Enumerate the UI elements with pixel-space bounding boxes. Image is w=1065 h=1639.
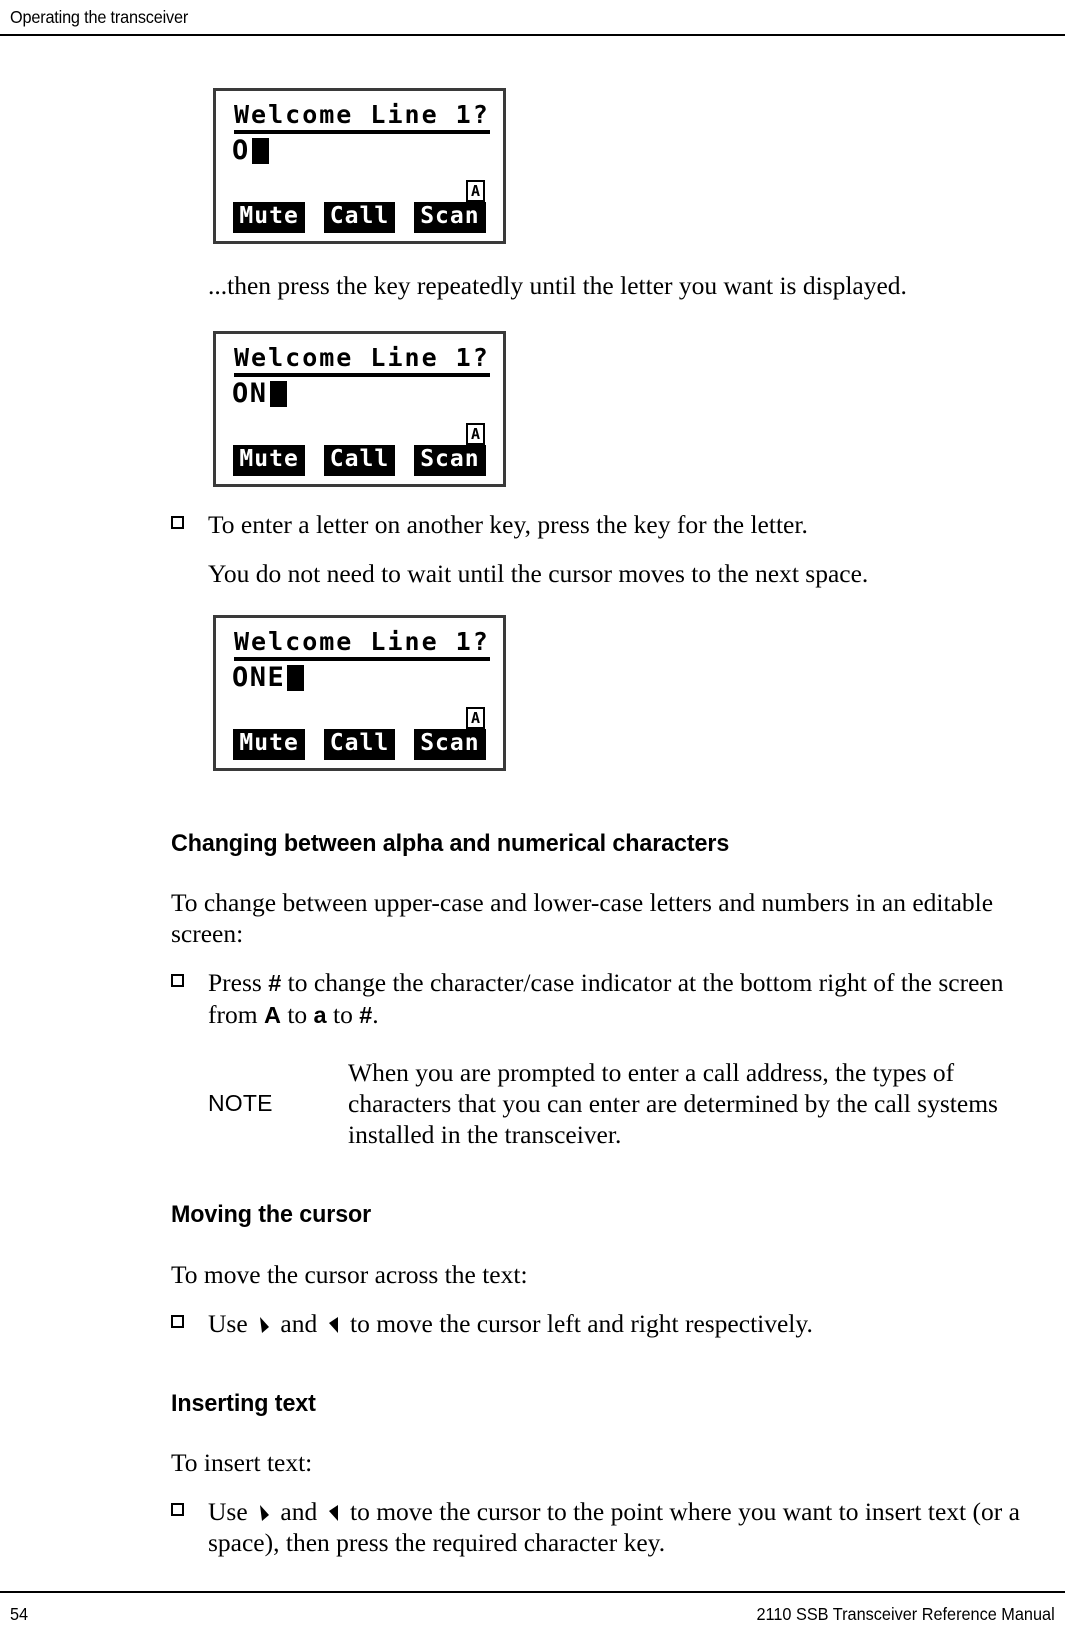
lcd-softkey-row-2: Mute Call Scan — [216, 444, 503, 476]
lcd-case-indicator-2: A — [466, 423, 485, 445]
lcd-cursor-block-2 — [269, 380, 287, 407]
note-callout: NOTE When you are prompted to enter a ca… — [208, 1057, 1017, 1150]
bullet-text-to-1: to — [280, 1000, 314, 1030]
arrow-right-glyph-icon — [257, 1314, 271, 1336]
arrow-left-glyph-icon — [327, 1502, 341, 1524]
bullet-text-post: to move the cursor left and right respec… — [343, 1308, 813, 1338]
heading-inserting-text: Inserting text — [171, 1389, 316, 1417]
bullet-text-pre: Use — [208, 1308, 255, 1338]
bullet-text-end: . — [372, 1000, 379, 1030]
lcd-entry-3: ONE — [232, 662, 305, 693]
lcd-screen-figure-3: Welcome Line 1? ONE A Mute Call Scan — [213, 615, 506, 771]
lcd-inner-1: Welcome Line 1? O A Mute Call Scan — [216, 91, 503, 241]
footer-page-number: 54 — [10, 1604, 29, 1624]
lcd-softkey-row-1: Mute Call Scan — [216, 201, 503, 233]
lcd-softkey-scan-1[interactable]: Scan — [414, 201, 486, 233]
square-bullet-icon — [171, 1503, 184, 1517]
note-body-text: When you are prompted to enter a call ad… — [348, 1058, 998, 1150]
lcd-entry-2: ON — [232, 380, 287, 407]
square-bullet-icon — [171, 974, 184, 988]
footer-row: 54 2110 SSB Transceiver Reference Manual — [10, 1604, 1055, 1625]
bullet-text-mid: and — [274, 1497, 324, 1527]
bullet-text-to-2: to — [326, 1000, 360, 1030]
lcd-softkey-mute-3[interactable]: Mute — [233, 728, 305, 760]
lcd-softkey-call-3[interactable]: Call — [323, 728, 396, 760]
bullet-text-mid: and — [274, 1308, 324, 1338]
lcd-screen-figure-2: Welcome Line 1? ON A Mute Call Scan — [213, 331, 506, 487]
page-running-header: Operating the transceiver — [0, 0, 1065, 36]
bullet-text-pre: Use — [208, 1497, 255, 1527]
bullet-use-arrows-insert-text: Use and to move the cursor to the point … — [171, 1496, 1027, 1558]
indicator-value-uppercase: A — [263, 1002, 281, 1029]
hash-key-label: # — [268, 970, 282, 997]
bullet-use-arrows-move-cursor: Use and to move the cursor left and righ… — [171, 1308, 1027, 1339]
para-no-wait-cursor: You do not need to wait until the cursor… — [208, 559, 869, 588]
lcd-cursor-block-3 — [287, 664, 305, 691]
lcd-softkey-call-1[interactable]: Call — [323, 201, 396, 233]
lcd-softkey-call-2[interactable]: Call — [323, 444, 396, 476]
bullet-text-pre: Press — [208, 968, 269, 998]
lcd-case-indicator-3: A — [466, 707, 485, 729]
lcd-entry-text-1: O — [232, 135, 250, 166]
heading-moving-the-cursor: Moving the cursor — [171, 1201, 372, 1229]
arrow-left-glyph-icon — [327, 1314, 341, 1336]
indicator-value-lowercase: a — [313, 1002, 327, 1029]
lcd-softkey-row-3: Mute Call Scan — [216, 728, 503, 760]
note-label: NOTE — [208, 1090, 273, 1117]
lcd-entry-1: O — [232, 137, 269, 164]
lcd-title-1: Welcome Line 1? — [234, 102, 490, 134]
lcd-screen-figure-1: Welcome Line 1? O A Mute Call Scan — [213, 88, 506, 244]
lcd-softkey-scan-2[interactable]: Scan — [414, 444, 486, 476]
caption-after-first-screen: ...then press the key repeatedly until t… — [208, 271, 907, 300]
lcd-softkey-scan-3[interactable]: Scan — [414, 728, 486, 760]
para-move-cursor-intro: To move the cursor across the text: — [171, 1259, 528, 1289]
heading-changing-alpha-numeric: Changing between alpha and numerical cha… — [171, 830, 730, 857]
page-footer: 54 2110 SSB Transceiver Reference Manual — [0, 1591, 1065, 1639]
bullet-text: To enter a letter on another key, press … — [208, 510, 808, 539]
bullet-press-hash: Press # to change the character/case ind… — [171, 967, 1027, 1031]
footer-manual-title: 2110 SSB Transceiver Reference Manual — [756, 1604, 1055, 1624]
para-insert-text-intro: To insert text: — [171, 1448, 313, 1478]
page-content: Welcome Line 1? O A Mute Call Scan ...th… — [0, 36, 1065, 1558]
square-bullet-icon — [171, 1314, 184, 1328]
lcd-title-2: Welcome Line 1? — [234, 345, 490, 377]
footer-divider-rule — [0, 1591, 1065, 1593]
lcd-cursor-block-1 — [251, 137, 269, 164]
lcd-inner-2: Welcome Line 1? ON A Mute Call Scan — [216, 334, 503, 484]
lcd-softkey-mute-1[interactable]: Mute — [233, 201, 305, 233]
indicator-value-hash: # — [359, 1002, 373, 1029]
lcd-title-3: Welcome Line 1? — [234, 629, 490, 661]
arrow-right-glyph-icon — [257, 1502, 271, 1524]
lcd-softkey-mute-2[interactable]: Mute — [233, 444, 305, 476]
running-head-text: Operating the transceiver — [10, 7, 189, 28]
lcd-entry-text-3: ONE — [232, 662, 286, 693]
lcd-inner-3: Welcome Line 1? ONE A Mute Call Scan — [216, 618, 503, 768]
para-change-case-intro: To change between upper-case and lower-c… — [171, 888, 994, 949]
square-bullet-icon — [171, 516, 184, 529]
lcd-case-indicator-1: A — [466, 180, 485, 202]
lcd-entry-text-2: ON — [232, 378, 268, 409]
bullet-enter-letter-another-key: To enter a letter on another key, press … — [171, 509, 1027, 540]
